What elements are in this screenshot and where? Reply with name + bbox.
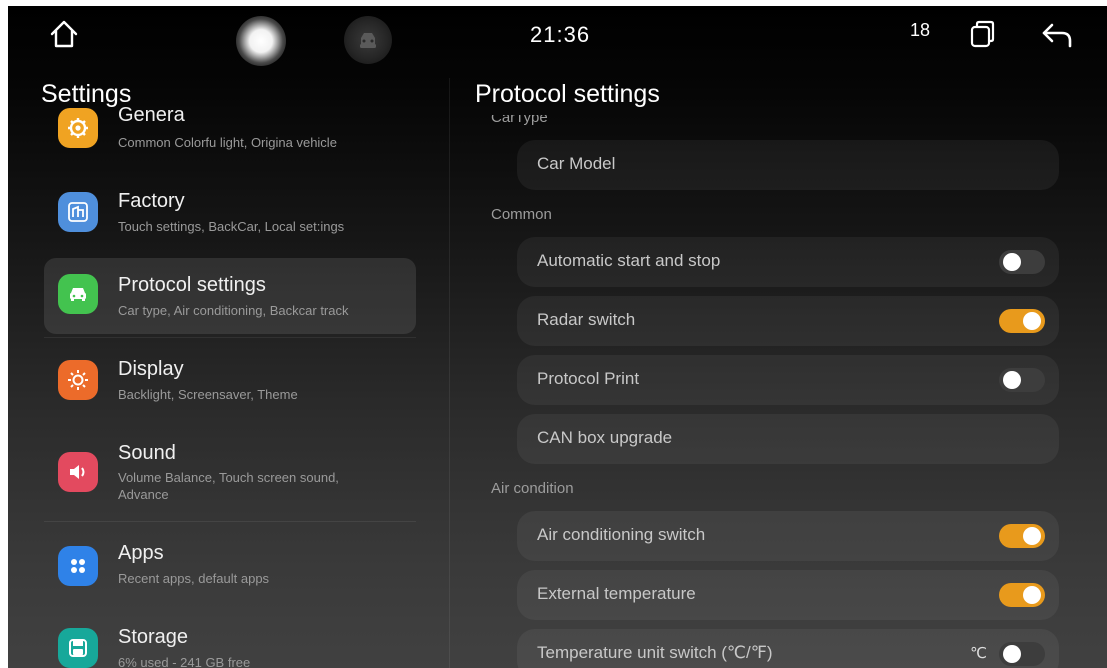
toggle-knob (1003, 371, 1021, 389)
temperature-unit-toggle[interactable] (999, 642, 1045, 666)
nav-sub: Recent apps, default apps (118, 571, 270, 586)
pane-divider (449, 78, 450, 668)
divider (44, 337, 416, 338)
row-label: Car Model (537, 154, 616, 173)
page-title: Protocol settings (475, 80, 660, 108)
row-label: Protocol Print (537, 369, 640, 388)
notification-count: 18 (910, 20, 931, 40)
brightness-icon (58, 360, 98, 400)
toggle-knob (1003, 645, 1021, 663)
row-label: Air conditioning switch (537, 525, 706, 544)
temperature-unit-row[interactable]: Temperature unit switch (℃/℉) ℃ (517, 629, 1059, 668)
clock: 21:36 (530, 22, 591, 47)
external-temperature-toggle[interactable] (999, 583, 1045, 607)
settings-title: Settings (41, 80, 132, 108)
nav-label: Display (118, 358, 184, 380)
unit-label: ℃ (970, 645, 987, 662)
toggle-knob (1023, 527, 1041, 545)
row-label: External temperature (537, 584, 696, 603)
speaker-icon (58, 452, 98, 492)
nav-item-apps[interactable]: Apps Recent apps, default apps (44, 532, 416, 608)
row-label: Temperature unit switch (℃/℉) (537, 643, 773, 662)
nav-item-sound[interactable]: Sound Volume Balance, Touch screen sound… (44, 432, 416, 508)
external-temperature-row[interactable]: External temperature (517, 570, 1059, 620)
nav-label: Sound (118, 442, 176, 464)
car-icon (58, 274, 98, 314)
recent-apps-icon[interactable] (968, 20, 996, 48)
toggle-knob (1023, 312, 1041, 330)
storage-icon (58, 628, 98, 668)
toggle-knob (1023, 586, 1041, 604)
section-label-common: Common (491, 206, 552, 223)
auto-start-stop-toggle[interactable] (999, 250, 1045, 274)
nav-sub: Backlight, Screensaver, Theme (118, 387, 298, 402)
radar-switch-toggle[interactable] (999, 309, 1045, 333)
nav-item-storage[interactable]: Storage 6% used - 241 GB free (44, 616, 416, 668)
divider (44, 521, 416, 522)
nav-sub: Volume Balance, Touch screen sound, Adva… (118, 470, 339, 502)
apps-icon (58, 546, 98, 586)
nav-sub: Touch settings, BackCar, Local set:ings (118, 219, 345, 234)
back-icon[interactable] (1040, 20, 1074, 50)
gear-icon (58, 108, 98, 148)
ac-switch-toggle[interactable] (999, 524, 1045, 548)
row-label: Automatic start and stop (537, 251, 721, 270)
ac-switch-row[interactable]: Air conditioning switch (517, 511, 1059, 561)
section-label-air-condition: Air condition (491, 480, 574, 497)
nav-label: Apps (118, 542, 164, 564)
auto-start-stop-row[interactable]: Automatic start and stop (517, 237, 1059, 287)
nav-sub: Common Colorfu light, Origina vehicle (118, 135, 337, 150)
toggle-knob (1003, 253, 1021, 271)
nav-sub: 6% used - 241 GB free (118, 655, 251, 668)
can-box-upgrade-row[interactable]: CAN box upgrade (517, 414, 1059, 464)
row-label: CAN box upgrade (537, 428, 673, 447)
protocol-print-toggle[interactable] (999, 368, 1045, 392)
row-label: Radar switch (537, 310, 636, 329)
nav-label: Protocol settings (118, 274, 266, 296)
nav-sub: Car type, Air conditioning, Backcar trac… (118, 303, 349, 318)
protocol-print-row[interactable]: Protocol Print (517, 355, 1059, 405)
nav-item-display[interactable]: Display Backlight, Screensaver, Theme (44, 348, 416, 424)
nav-item-protocol-settings[interactable]: Protocol settings Car type, Air conditio… (44, 258, 416, 334)
radar-switch-row[interactable]: Radar switch (517, 296, 1059, 346)
nav-item-factory[interactable]: Factory Touch settings, BackCar, Local s… (44, 180, 416, 256)
car-model-row[interactable]: Car Model (517, 140, 1059, 190)
nav-label: Storage (118, 626, 189, 648)
factory-icon (58, 192, 98, 232)
screen: 21:36 18 Genera Common Colorfu light, Or… (8, 6, 1107, 668)
nav-label: Factory (118, 190, 185, 212)
section-label-car-type: CarType (491, 109, 548, 126)
